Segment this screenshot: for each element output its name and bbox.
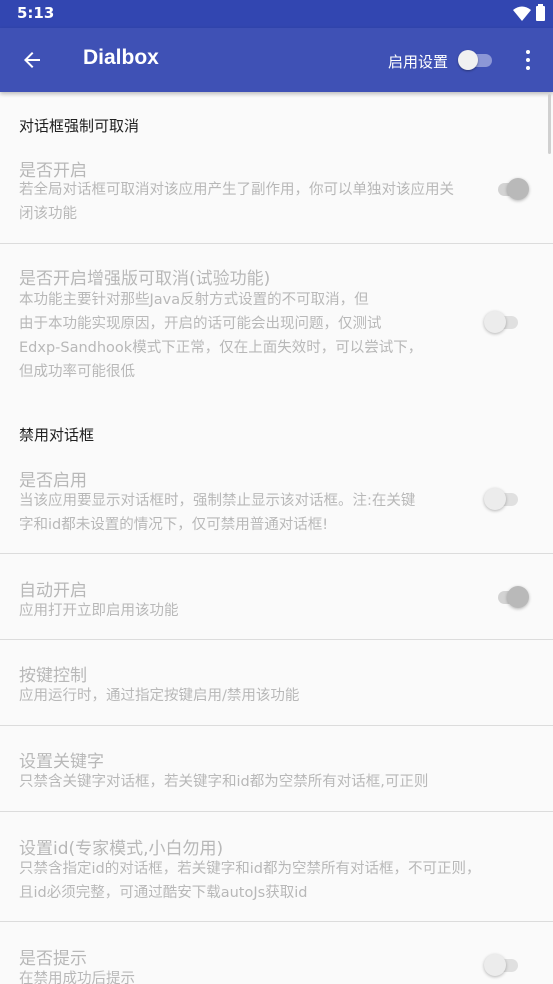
scroll-indicator (548, 94, 551, 154)
pref-show-tip[interactable]: 是否提示 在禁用成功后提示 (0, 938, 553, 984)
pref-toggle-enhanced-cancel[interactable] (484, 310, 524, 334)
pref-set-keyword[interactable]: 设置关键字 只禁含关键字对话框，若关键字和id都为空禁所有对话框,可正则 (0, 741, 553, 809)
divider (0, 725, 553, 726)
pref-summary-line: 只禁含指定id的对话框，若关键字和id都为空禁所有对话框，不可正则， (19, 861, 481, 877)
pref-summary-line: 当该应用要显示对话框时，强制禁止显示该对话框。注:在关键 (19, 493, 416, 509)
divider (0, 639, 553, 640)
app-bar: Dialbox 启用设置 (0, 28, 553, 92)
divider (0, 811, 553, 812)
wifi-icon (513, 6, 531, 21)
section-header-disable: 禁用对话框 (19, 426, 95, 444)
pref-toggle-enable-disable[interactable] (484, 487, 524, 511)
pref-toggle-auto-start[interactable] (494, 585, 534, 609)
pref-enable-cancel[interactable]: 是否开启 若全局对话框可取消对该应用产生了副作用，你可以单独对该应用关闭该功能 (0, 150, 553, 242)
pref-summary-line: 本功能主要针对那些Java反射方式设置的不可取消，但 (19, 292, 369, 308)
pref-summary: 应用打开立即启用该功能 (19, 603, 179, 619)
pref-enhanced-cancel[interactable]: 是否开启增强版可取消(试验功能) 本功能主要针对那些Java反射方式设置的不可取… (0, 258, 553, 398)
divider (0, 243, 553, 244)
pref-summary-line: Edxp-Sandhook模式下正常，仅在上面失效时，可以尝试下， (19, 340, 423, 356)
pref-toggle-show-tip[interactable] (484, 953, 524, 977)
pref-title: 是否提示 (19, 949, 87, 969)
pref-summary: 只禁含关键字对话框，若关键字和id都为空禁所有对话框,可正则 (19, 774, 429, 790)
pref-summary-line: 且id必须完整，可通过酷安下载autoJs获取id (19, 885, 308, 901)
section-header-cancelable: 对话框强制可取消 (19, 117, 140, 135)
pref-summary-line: 但成功率可能很低 (19, 364, 135, 380)
pref-set-id[interactable]: 设置id(专家模式,小白勿用) 只禁含指定id的对话框，若关键字和id都为空禁所… (0, 828, 553, 920)
back-arrow-icon[interactable] (20, 48, 44, 72)
pref-summary-line: 由于本功能实现原因，开启的话可能会出现问题，仅测试 (19, 316, 382, 332)
pref-title: 按键控制 (19, 666, 87, 686)
pref-title: 是否启用 (19, 471, 87, 491)
app-title: Dialbox (83, 46, 159, 69)
pref-summary-line: 字和id都未设置的情况下，仅可禁用普通对话框! (19, 517, 329, 533)
pref-auto-start[interactable]: 自动开启 应用打开立即启用该功能 (0, 570, 553, 638)
pref-summary: 应用运行时，通过指定按键启用/禁用该功能 (19, 688, 300, 704)
pref-toggle-enable-cancel[interactable] (494, 177, 534, 201)
status-bar: 5:13 (0, 0, 553, 28)
divider (0, 921, 553, 922)
pref-title: 自动开启 (19, 581, 87, 601)
pref-summary: 在禁用成功后提示 (19, 971, 135, 984)
status-time: 5:13 (17, 4, 55, 22)
divider (0, 553, 553, 554)
more-options-icon[interactable] (518, 48, 538, 72)
pref-title: 设置id(专家模式,小白勿用) (19, 839, 224, 859)
enable-settings-label: 启用设置 (388, 53, 449, 71)
switch-thumb (458, 50, 478, 70)
pref-enable-disable[interactable]: 是否启用 当该应用要显示对话框时，强制禁止显示该对话框。注:在关键 字和id都未… (0, 460, 553, 552)
pref-key-control[interactable]: 按键控制 应用运行时，通过指定按键启用/禁用该功能 (0, 655, 553, 723)
pref-title: 设置关键字 (19, 752, 104, 772)
battery-icon (536, 4, 545, 21)
enable-settings-switch[interactable] (458, 50, 494, 70)
pref-summary: 若全局对话框可取消对该应用产生了副作用，你可以单独对该应用关闭该功能 (19, 182, 454, 222)
pref-title: 是否开启增强版可取消(试验功能) (19, 269, 271, 289)
